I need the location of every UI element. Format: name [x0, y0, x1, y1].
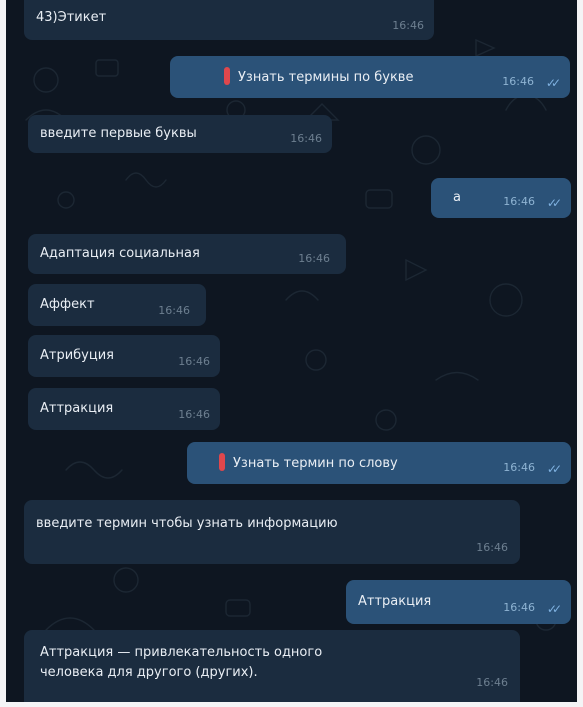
message-incoming[interactable]: введите первые буквы 16:46	[28, 115, 332, 153]
pin-icon	[219, 453, 225, 471]
pin-icon	[224, 67, 230, 85]
message-text: Аттракция	[358, 594, 432, 609]
message-time: 16:46	[290, 132, 322, 145]
message-text: Аффект	[40, 297, 95, 312]
message-time: 16:46	[158, 304, 190, 317]
message-incoming[interactable]: введите термин чтобы узнать информацию 1…	[24, 500, 520, 564]
message-incoming[interactable]: Аттракция 16:46	[28, 388, 220, 430]
chat-area: 43)Этикет 16:46 Узнать термины по букве …	[6, 0, 577, 702]
message-time: 16:46	[178, 355, 210, 368]
message-text-line: человека для другого (других).	[40, 665, 258, 680]
message-outgoing[interactable]: Узнать термин по слову 16:46 ✓✓	[187, 442, 571, 484]
message-text: Узнать термин по слову	[219, 453, 398, 473]
message-incoming[interactable]: Аффект 16:46	[28, 284, 206, 326]
message-text: 43)Этикет	[36, 10, 107, 25]
read-checkmark-icon: ✓✓	[546, 462, 562, 476]
message-incoming[interactable]: 43)Этикет 16:46	[24, 0, 434, 40]
message-text: введите термин чтобы узнать информацию	[36, 516, 338, 531]
message-text: а	[453, 190, 461, 205]
read-checkmark-icon: ✓✓	[546, 196, 562, 210]
message-outgoing[interactable]: Аттракция 16:46 ✓✓	[346, 580, 571, 624]
read-checkmark-icon: ✓✓	[545, 76, 561, 90]
message-text: введите первые буквы	[40, 126, 197, 141]
message-text-line: Аттракция — привлекательность одного	[40, 645, 323, 660]
message-time: 16:46	[502, 75, 534, 88]
message-time: 16:46	[392, 19, 424, 32]
message-text-value: Узнать термин по слову	[233, 456, 398, 471]
message-time: 16:46	[476, 676, 508, 689]
message-time: 16:46	[503, 195, 535, 208]
message-time: 16:46	[178, 408, 210, 421]
message-incoming[interactable]: Аттракция — привлекательность одного чел…	[24, 630, 520, 702]
message-text: Адаптация социальная	[40, 246, 200, 261]
message-text: Узнать термины по букве	[224, 67, 413, 87]
message-incoming[interactable]: Адаптация социальная 16:46	[28, 234, 346, 274]
message-text: Атрибуция	[40, 348, 114, 363]
message-text-value: Узнать термины по букве	[238, 70, 414, 85]
message-incoming[interactable]: Атрибуция 16:46	[28, 335, 220, 377]
message-time: 16:46	[298, 252, 330, 265]
message-outgoing[interactable]: Узнать термины по букве 16:46 ✓✓	[170, 56, 570, 98]
message-time: 16:46	[503, 601, 535, 614]
read-checkmark-icon: ✓✓	[546, 602, 562, 616]
message-text: Аттракция	[40, 401, 114, 416]
message-time: 16:46	[476, 541, 508, 554]
message-outgoing[interactable]: а 16:46 ✓✓	[431, 178, 571, 218]
message-time: 16:46	[503, 461, 535, 474]
